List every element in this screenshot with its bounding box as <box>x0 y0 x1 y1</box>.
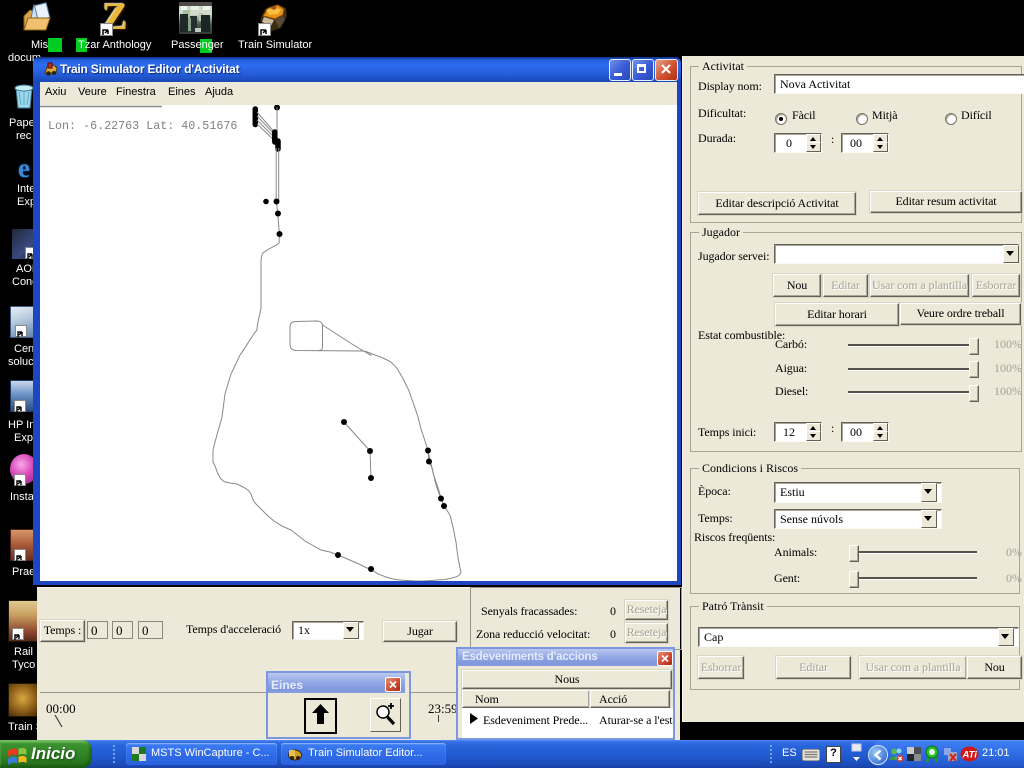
svg-text:ATi: ATi <box>962 750 978 761</box>
svg-text:Lon: -6.22763 Lat: 40.51676: Lon: -6.22763 Lat: 40.51676 <box>48 119 237 133</box>
